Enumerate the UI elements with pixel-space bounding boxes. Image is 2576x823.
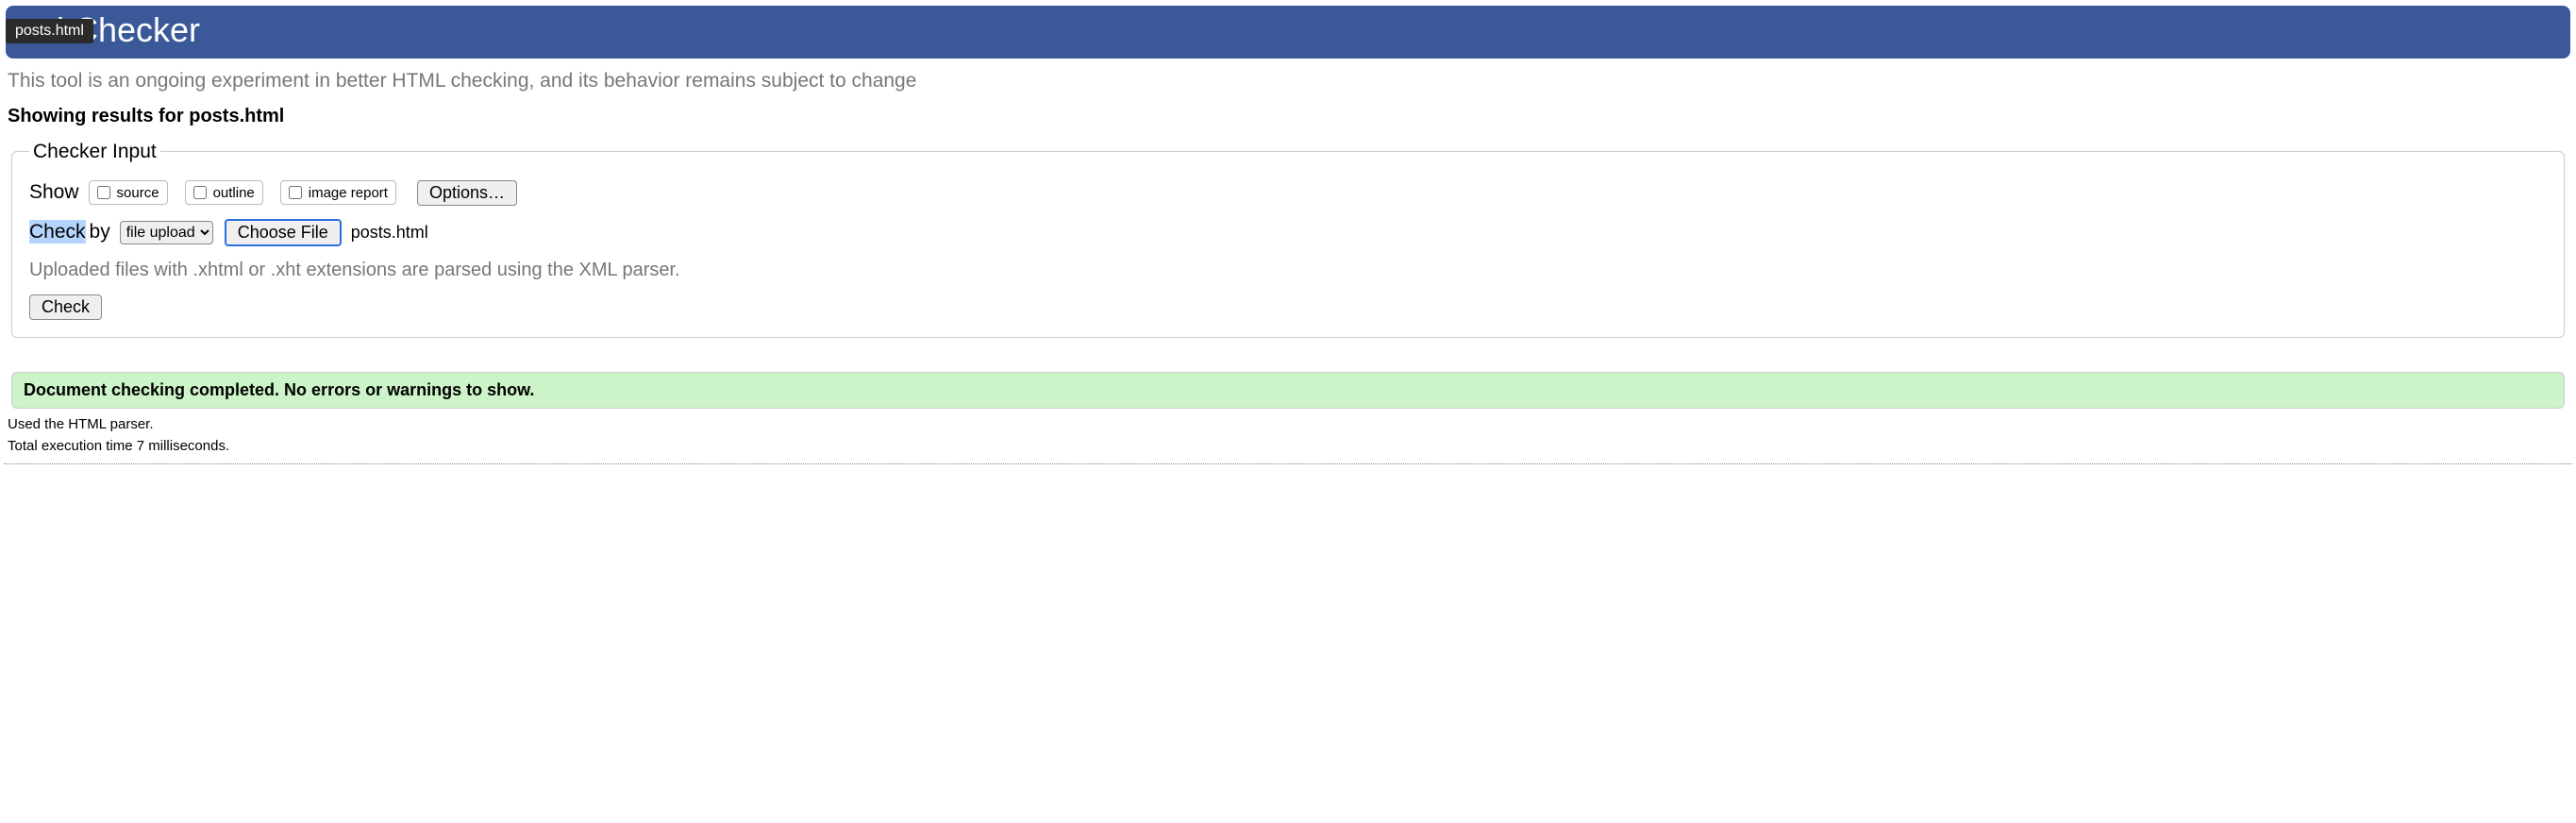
page-header: tml Checker: [6, 6, 2570, 59]
page-title: tml Checker: [19, 11, 2557, 49]
results-heading-filename: posts.html: [189, 106, 284, 126]
source-checkbox[interactable]: [97, 186, 110, 199]
outline-checkbox-wrap[interactable]: outline: [185, 180, 263, 205]
options-button[interactable]: Options…: [417, 180, 517, 206]
source-checkbox-wrap[interactable]: source: [89, 180, 168, 205]
success-message: Document checking completed. No errors o…: [11, 372, 2565, 409]
outline-checkbox-label: outline: [213, 185, 255, 201]
xml-parser-note: Uploaded files with .xhtml or .xht exten…: [29, 260, 2547, 281]
results-heading-prefix: Showing results for: [8, 106, 189, 126]
check-mode-select[interactable]: file upload: [120, 221, 213, 244]
source-checkbox-label: source: [117, 185, 159, 201]
show-label: Show: [29, 181, 79, 204]
choose-file-button[interactable]: Choose File: [225, 219, 342, 246]
parser-info: Used the HTML parser.: [8, 416, 2572, 432]
footer-divider: [4, 463, 2572, 464]
submit-row: Check: [29, 294, 2547, 320]
outline-checkbox[interactable]: [193, 186, 207, 199]
image-report-checkbox-label: image report: [309, 185, 388, 201]
browser-tab-label: posts.html: [6, 19, 93, 43]
image-report-checkbox-wrap[interactable]: image report: [280, 180, 396, 205]
execution-time-info: Total execution time 7 milliseconds.: [8, 438, 2572, 454]
checker-input-fieldset: Checker Input Show source outline image …: [11, 141, 2565, 338]
results-heading: Showing results for posts.html: [8, 106, 2572, 127]
chosen-filename: posts.html: [351, 223, 428, 243]
check-by-row: Check by file upload Choose File posts.h…: [29, 219, 2547, 246]
check-label: Check: [29, 221, 86, 244]
by-label: by: [90, 221, 110, 244]
checker-input-legend: Checker Input: [29, 141, 160, 163]
image-report-checkbox[interactable]: [289, 186, 302, 199]
page-subheading: This tool is an ongoing experiment in be…: [8, 70, 2572, 92]
show-row: Show source outline image report Options…: [29, 180, 2547, 206]
check-button[interactable]: Check: [29, 294, 102, 320]
